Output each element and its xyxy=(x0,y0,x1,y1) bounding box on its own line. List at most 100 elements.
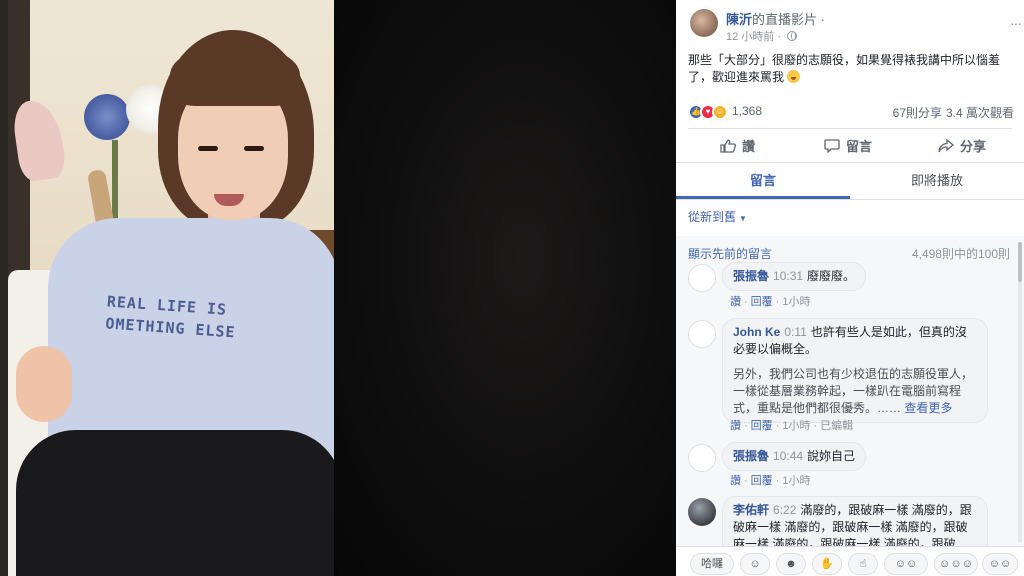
comment-button[interactable]: 留言 xyxy=(824,136,872,158)
panel-tabs: 留言 即將播放 xyxy=(676,162,1024,200)
comment-age[interactable]: 1小時 xyxy=(782,475,810,487)
point-emoji-icon[interactable]: ☝ xyxy=(848,553,878,575)
scrollbar-track[interactable] xyxy=(1018,242,1022,542)
live-reaction-bar: 哈囉 ☺ ☻ ✋ ☝ ☺☺ ☺☺☺ ☺☺ xyxy=(676,546,1024,576)
comment-like-link[interactable]: 讚 xyxy=(730,296,741,308)
post-side-panel: 陳沂的直播影片 · 12 小時前 · ··· 那些「大部分」很廢的志願役，如果覺… xyxy=(676,0,1024,576)
public-globe-icon xyxy=(787,31,798,41)
comment-count: 4,498則中的100則 xyxy=(911,247,1010,261)
comment-bubble: 張振魯 10:31 廢廢廢。 xyxy=(722,262,867,291)
flower-stems xyxy=(112,140,118,220)
post-header: 陳沂的直播影片 · 12 小時前 · ··· xyxy=(690,9,1022,45)
more-options-icon[interactable]: ··· xyxy=(1010,15,1022,31)
post-stats: 👍 ♥ ☺ 1,368 67則分享 3.4 萬次觀看 xyxy=(688,102,1014,122)
comment-actions: 讚 · 回覆 · 1小時 · 已編輯 xyxy=(730,417,853,433)
separator: · xyxy=(813,420,818,432)
person-legs xyxy=(16,430,334,576)
person-eye-right xyxy=(244,146,264,151)
person-bangs xyxy=(170,44,300,106)
comment-first-paragraph: John Ke 0:11 也許有些人是如此，但真的沒必要以偏概全。 xyxy=(733,324,977,358)
kissing-heart-emoji-icon xyxy=(787,70,801,83)
comment-bubble: John Ke 0:11 也許有些人是如此，但真的沒必要以偏概全。 另外，我們公司也… xyxy=(722,318,988,423)
person-hand xyxy=(16,346,72,422)
tab-comments[interactable]: 留言 xyxy=(676,163,850,199)
hydrangea-flower xyxy=(84,94,130,140)
commenter-name[interactable]: 張振魯 xyxy=(733,449,769,463)
commenter-name[interactable]: 張振魯 xyxy=(733,269,769,283)
live-video-player[interactable]: REAL LIFE IS OMETHING ELSE xyxy=(0,0,676,576)
separator: · xyxy=(775,296,780,308)
comment-age[interactable]: 1小時 xyxy=(782,420,810,432)
sort-label: 從新到舊 xyxy=(688,210,737,224)
reaction-button-hello[interactable]: 哈囉 xyxy=(690,553,734,575)
commenter-avatar[interactable] xyxy=(688,264,716,292)
title-dot: · xyxy=(820,12,825,27)
commenter-name[interactable]: John Ke xyxy=(733,325,780,339)
separator: · xyxy=(775,475,780,487)
comment-sort-dropdown[interactable]: 從新到舊 ▼ xyxy=(688,208,747,225)
separator: · xyxy=(775,420,780,432)
comment-bubble: 張振魯 10:44 說妳自己 xyxy=(722,442,867,471)
scrollbar-thumb[interactable] xyxy=(1018,242,1022,282)
see-more-link[interactable]: 查看更多 xyxy=(904,401,952,415)
separator: · xyxy=(744,420,748,432)
reaction-count[interactable]: 1,368 xyxy=(732,104,762,118)
commenter-avatar[interactable] xyxy=(688,498,716,526)
caret-down-icon: ▼ xyxy=(739,214,747,223)
commenter-avatar[interactable] xyxy=(688,320,716,348)
post-action-bar: 讚 留言 分享 xyxy=(688,132,1012,160)
double-emoji-icon[interactable]: ☺☺ xyxy=(884,553,928,575)
comment-reply-link[interactable]: 回覆 xyxy=(751,420,773,432)
comment-bubble: 李佑軒 6:22 滿廢的，跟破麻一樣 滿廢的，跟破麻一樣 滿廢的，跟破麻一樣 滿廢的… xyxy=(722,496,988,546)
comment-video-time[interactable]: 10:31 xyxy=(773,269,803,283)
share-count[interactable]: 67則分享 xyxy=(893,104,942,121)
share-label: 分享 xyxy=(960,139,987,154)
page-name-link[interactable]: 陳沂 xyxy=(726,12,752,27)
smile-emoji-icon[interactable]: ☺ xyxy=(740,553,770,575)
comment-reply-link[interactable]: 回覆 xyxy=(751,475,773,487)
comment-video-time[interactable]: 10:44 xyxy=(773,449,803,463)
separator: · xyxy=(744,475,748,487)
post-timestamp[interactable]: 12 小時前 xyxy=(726,31,774,43)
divider xyxy=(688,128,1012,129)
comment-actions: 讚 · 回覆 · 1小時 xyxy=(730,472,810,488)
more-emoji-icon[interactable]: ☺☺ xyxy=(982,553,1018,575)
share-arrow-icon xyxy=(938,139,954,153)
page-avatar[interactable] xyxy=(690,9,718,37)
grin-emoji-icon[interactable]: ☻ xyxy=(776,553,806,575)
post-title-line: 陳沂的直播影片 · xyxy=(726,9,825,28)
comment-like-link[interactable]: 讚 xyxy=(730,475,741,487)
commenter-avatar[interactable] xyxy=(688,444,716,472)
haha-reaction-icon: ☺ xyxy=(712,104,728,120)
post-message-text: 那些「大部分」很廢的志願役，如果覺得裱我講中所以惱羞了，歡迎進來罵我 xyxy=(688,53,1001,84)
tab-up-next[interactable]: 即將播放 xyxy=(850,163,1024,199)
comment-actions: 讚 · 回覆 · 1小時 xyxy=(730,293,810,309)
post-title-suffix: 的直播影片 xyxy=(752,12,818,27)
comment-video-time[interactable]: 0:11 xyxy=(784,325,806,339)
edited-label[interactable]: 已編輯 xyxy=(820,420,853,432)
share-button[interactable]: 分享 xyxy=(938,136,986,158)
post-time-line: 12 小時前 · xyxy=(726,28,798,44)
comment-reply-link[interactable]: 回覆 xyxy=(751,296,773,308)
comments-list: 顯示先前的留言 4,498則中的100則 張振魯 10:31 廢廢廢。 讚 · 回覆 · 1… xyxy=(676,236,1024,546)
person-eye-left xyxy=(198,146,218,151)
view-count: 3.4 萬次觀看 xyxy=(945,106,1014,120)
comment-bubble-icon xyxy=(824,139,840,153)
video-letterbox-right xyxy=(334,0,676,576)
comment-second-paragraph: 另外，我們公司也有少校退伍的志願役軍人，一樣從基層業務幹起，一樣趴在電腦前寫程式… xyxy=(733,366,977,417)
comment-age[interactable]: 1小時 xyxy=(782,296,810,308)
video-frame: REAL LIFE IS OMETHING ELSE xyxy=(8,0,334,576)
like-button[interactable]: 讚 xyxy=(720,136,755,158)
comment-text: 說妳自己 xyxy=(807,449,856,463)
commenter-name[interactable]: 李佑軒 xyxy=(733,503,769,517)
triple-emoji-icon[interactable]: ☺☺☺ xyxy=(934,553,978,575)
comment-video-time[interactable]: 6:22 xyxy=(773,503,796,517)
comment-label: 留言 xyxy=(846,139,873,154)
show-previous-comments-link[interactable]: 顯示先前的留言 xyxy=(688,245,772,262)
comment-like-link[interactable]: 讚 xyxy=(730,420,741,432)
time-dot: · xyxy=(777,31,782,43)
like-label: 讚 xyxy=(742,139,756,154)
clap-emoji-icon[interactable]: ✋ xyxy=(812,553,842,575)
post-message: 那些「大部分」很廢的志願役，如果覺得裱我講中所以惱羞了，歡迎進來罵我 xyxy=(688,52,1014,86)
separator: · xyxy=(744,296,748,308)
